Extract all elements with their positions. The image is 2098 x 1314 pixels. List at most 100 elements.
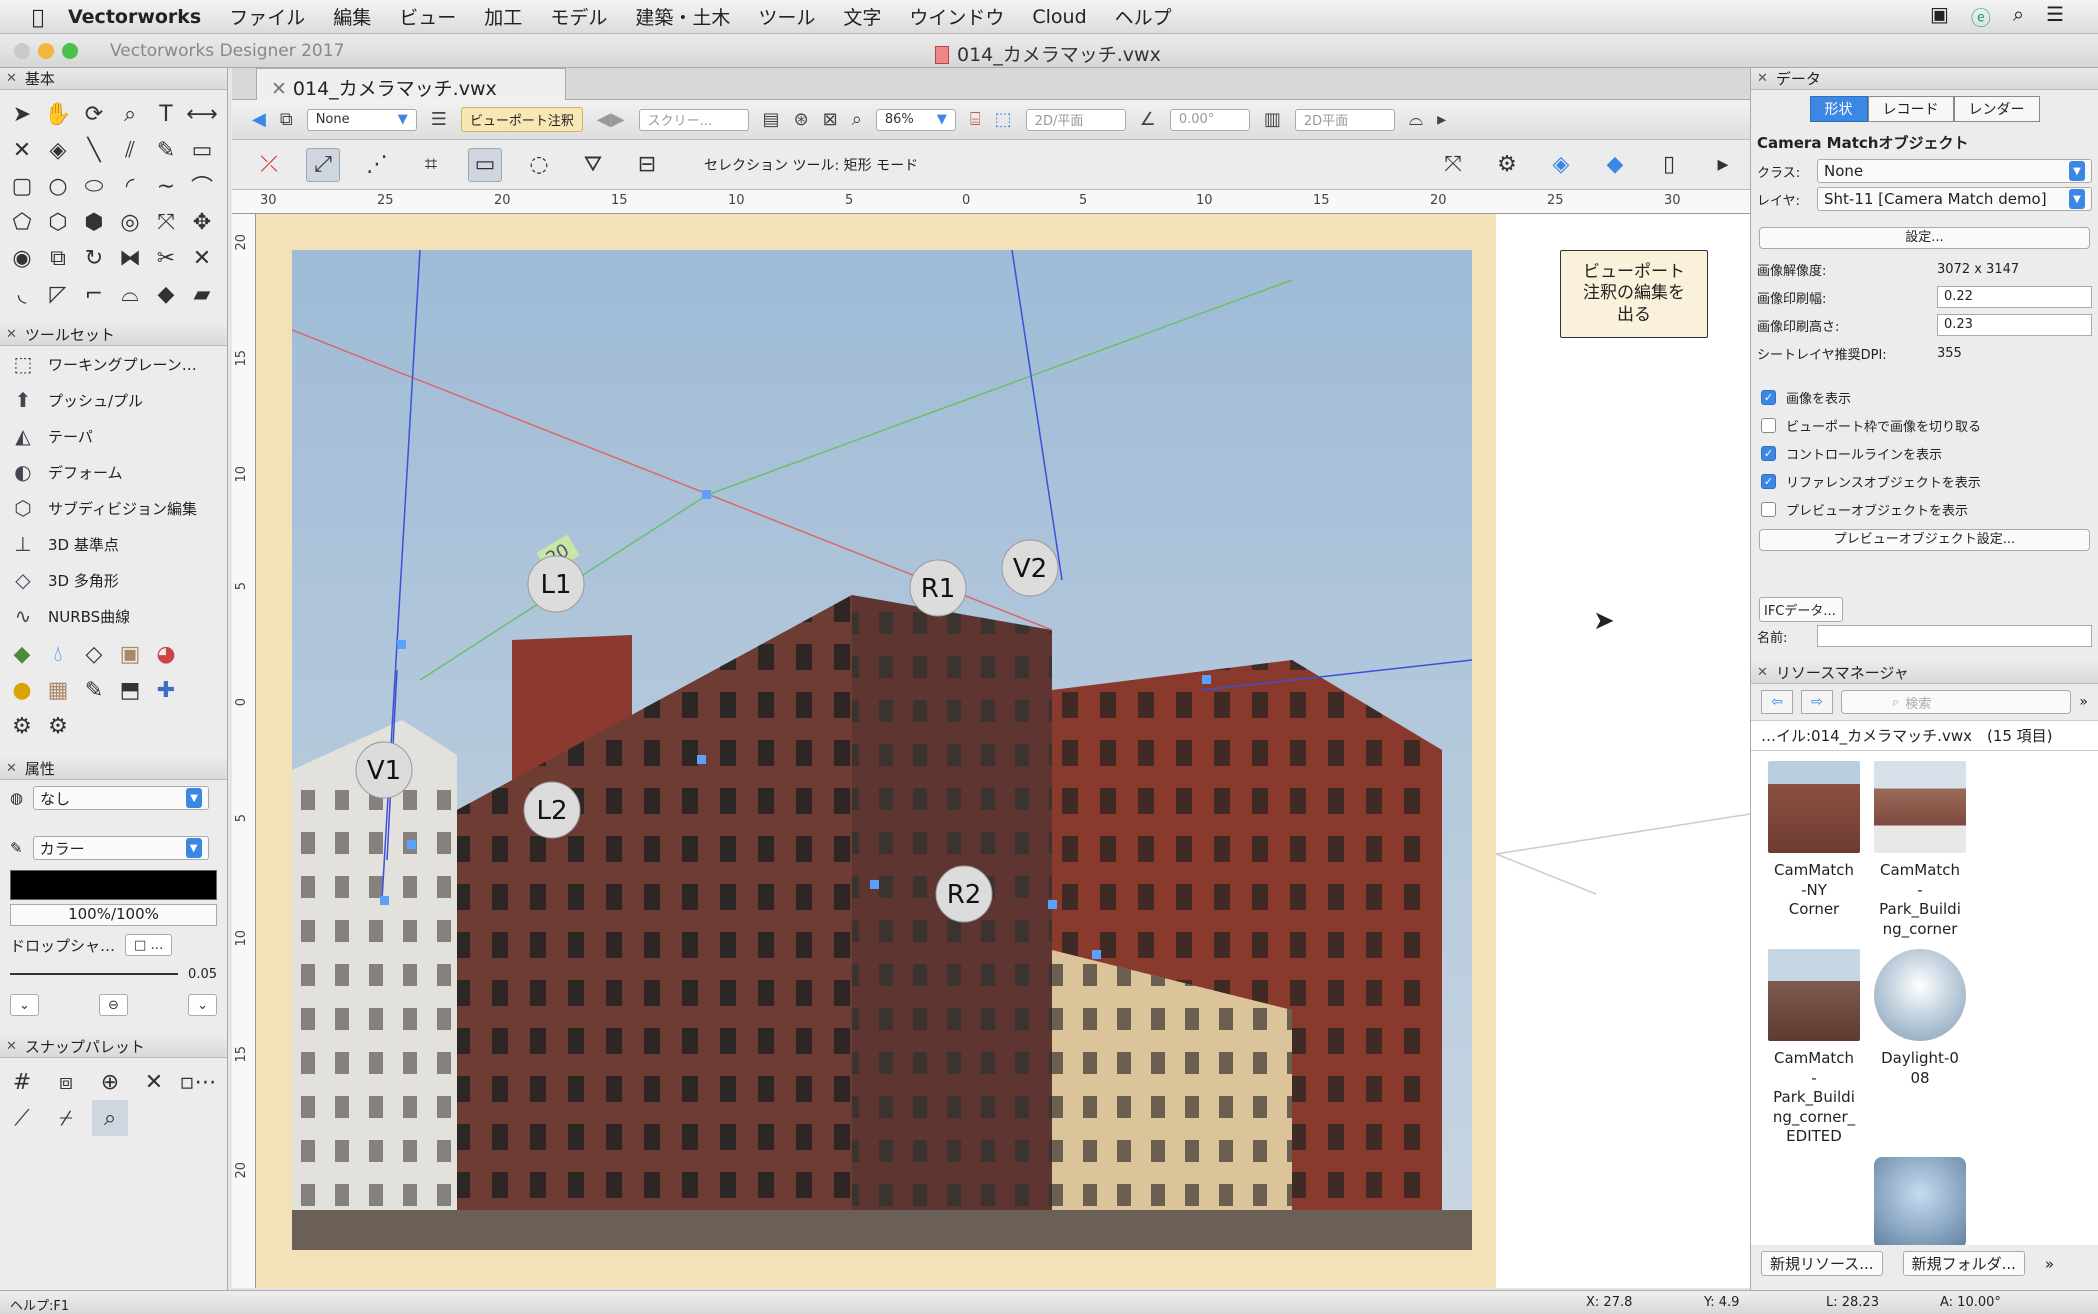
document-tab[interactable]: ✕ 014_カメラマッチ.vwx	[256, 68, 566, 100]
handle[interactable]	[1202, 675, 1211, 684]
toolset-item-nurbs[interactable]: ∿ NURBS曲線	[0, 598, 227, 634]
chamfer-tool[interactable]: ◸	[40, 276, 76, 312]
snap-tangent-icon[interactable]: ⟋	[4, 1100, 40, 1136]
double-line-tool[interactable]: ⫽	[112, 132, 148, 168]
dimension-tool[interactable]: ⟷	[184, 96, 220, 132]
close-tab-icon[interactable]: ✕	[271, 78, 287, 100]
forward-arrow-icon[interactable]: ⇨	[1801, 690, 1833, 714]
polygon-tool[interactable]: ⬠	[4, 204, 40, 240]
menu-text[interactable]: 文字	[843, 3, 881, 30]
layer-options-icon[interactable]: ▥	[1264, 109, 1281, 130]
zoom-window-button[interactable]	[62, 43, 78, 59]
check-show-image[interactable]: ✓ 画像を表示	[1751, 383, 2098, 411]
selection-tool[interactable]: ➤	[4, 96, 40, 132]
prev-next-icon[interactable]: ◀▶	[597, 109, 625, 130]
toolset-item-working-plane[interactable]: ⬚ ワーキングプレーン…	[0, 346, 227, 382]
render-mode-icon[interactable]: ⌸	[970, 109, 981, 130]
menu-cloud[interactable]: Cloud	[1032, 6, 1086, 28]
class-tag-icon[interactable]: ◈	[1544, 148, 1578, 182]
more-icon[interactable]: ▸	[1437, 109, 1446, 130]
line-tool[interactable]: ╲	[76, 132, 112, 168]
marker-l2[interactable]: L2	[523, 781, 581, 839]
flyover-tool[interactable]: ⟳	[76, 96, 112, 132]
opacity-field[interactable]: 100%/100%	[10, 904, 217, 926]
circle-tool[interactable]: ○	[40, 168, 76, 204]
fill-style-select[interactable]: なし ▼	[33, 786, 210, 810]
saved-view-icon[interactable]: ⌓	[1409, 109, 1423, 130]
snap-object-icon[interactable]: ⧈	[48, 1064, 84, 1100]
preview-settings-button[interactable]: プレビューオブジェクト設定...	[1759, 529, 2090, 551]
class-visibility-icon[interactable]: ⧉	[280, 109, 293, 130]
settings-gear-icon[interactable]: ⚙	[1490, 148, 1524, 182]
page-icon[interactable]: ▤	[763, 109, 780, 130]
snap-intersection-icon[interactable]: ✕	[136, 1064, 172, 1100]
list-icon[interactable]: ☰	[2046, 2, 2064, 31]
close-icon[interactable]: ✕	[1757, 71, 1768, 86]
mode-multi-select-icon[interactable]: ⋰	[360, 148, 394, 182]
mode-disable-snapping-icon[interactable]: ⤫	[252, 148, 286, 182]
expand-icon[interactable]: »	[2079, 694, 2088, 710]
menu-view[interactable]: ビュー	[399, 3, 456, 30]
spiral-tool[interactable]: ◎	[112, 204, 148, 240]
angle-field[interactable]: 0.00°	[1169, 108, 1250, 131]
rectangle-tool[interactable]: ▭	[184, 132, 220, 168]
text-tool[interactable]: T	[148, 96, 184, 132]
freehand-tool[interactable]: ∼	[148, 168, 184, 204]
tab-shape[interactable]: 形状	[1809, 96, 1868, 122]
pan-tool[interactable]: ✋	[40, 96, 76, 132]
arrowhead-style-button[interactable]: ⊖	[99, 994, 128, 1016]
checkbox-unchecked[interactable]	[1761, 417, 1776, 433]
rotate-tool[interactable]: ↻	[76, 240, 112, 276]
menu-architecture[interactable]: 建築・土木	[635, 3, 730, 30]
camera-match-image[interactable]: 20 L1 L2 R1 R2 V1 V2	[292, 250, 1472, 1250]
marker-v2[interactable]: V2	[1001, 539, 1059, 597]
layer-dropdown[interactable]: Sht-11 [Camera Match demo] ▼	[1817, 187, 2092, 211]
slab-icon[interactable]: ◇	[76, 636, 112, 672]
close-icon[interactable]: ✕	[1757, 665, 1768, 680]
checkbox-checked[interactable]: ✓	[1761, 445, 1776, 461]
fit-icon[interactable]: ⊠	[823, 109, 838, 130]
arrowhead-start-select[interactable]: ⌄	[10, 994, 39, 1016]
print-height-field[interactable]: 0.23	[1937, 314, 2092, 336]
polyline-tool[interactable]: ⌒	[184, 168, 220, 204]
line-weight-value[interactable]: 0.05	[188, 967, 217, 982]
resource-item[interactable]: Daylight-0 08	[1867, 949, 1973, 1147]
globe-icon[interactable]: ⊛	[794, 109, 809, 130]
exit-viewport-annotation-button[interactable]: ビューポート 注釈の編集を 出る	[1560, 250, 1708, 338]
menu-tools[interactable]: ツール	[758, 3, 815, 30]
water-drop-icon[interactable]: 💧︎	[40, 636, 76, 672]
drop-shadow-button[interactable]: □ …	[125, 934, 173, 956]
back-icon[interactable]: ◀	[252, 109, 266, 130]
handle[interactable]	[397, 640, 406, 649]
layer-tag-icon[interactable]: ◆	[1598, 148, 1632, 182]
back-arrow-icon[interactable]: ⇦	[1761, 690, 1793, 714]
check-control-lines[interactable]: ✓ コントロールラインを表示	[1751, 439, 2098, 467]
projection-icon[interactable]: ⬚	[995, 109, 1012, 130]
resource-item[interactable]: CamMatch - Park_Buildi ng_corner_ EDITED	[1761, 949, 1867, 1147]
camera-match-tool[interactable]: ▰	[184, 276, 220, 312]
eyedropper-tool[interactable]: ✎	[148, 132, 184, 168]
close-icon[interactable]: ✕	[6, 327, 17, 342]
gear-icon[interactable]: ⚙	[40, 708, 76, 744]
print-width-field[interactable]: 0.22	[1937, 286, 2092, 308]
checkbox-checked[interactable]: ✓	[1761, 389, 1776, 405]
marker-r1[interactable]: R1	[909, 559, 967, 617]
snap-angle-icon[interactable]: ⊕	[92, 1064, 128, 1100]
offset-tool[interactable]: ⧉	[40, 240, 76, 276]
snap-distance-icon[interactable]: ▫⋯	[180, 1064, 217, 1100]
view-select[interactable]: 2D/平面	[1025, 108, 1126, 131]
handle[interactable]	[697, 755, 706, 764]
drawing-canvas[interactable]: 20 L1 L2 R1 R2 V1 V2 ➤	[256, 214, 1750, 1288]
resource-search-input[interactable]: ⌕ 検索	[1841, 690, 2072, 714]
tab-render[interactable]: レンダー	[1953, 96, 2040, 122]
connect-tool[interactable]: ⌐	[76, 276, 112, 312]
apple-icon[interactable]: 	[18, 5, 58, 29]
menu-model[interactable]: モデル	[550, 3, 607, 30]
menu-modify[interactable]: 加工	[484, 3, 522, 30]
layer-stack-icon[interactable]: ☰	[431, 109, 447, 130]
attribute-mapping-tool[interactable]: ◈	[40, 132, 76, 168]
class-select[interactable]: None ▼	[306, 108, 417, 131]
pen-style-select[interactable]: カラー ▼	[32, 836, 209, 860]
snap-edge-icon[interactable]: ⌿	[48, 1100, 84, 1136]
expand-icon[interactable]: »	[2045, 1255, 2054, 1273]
